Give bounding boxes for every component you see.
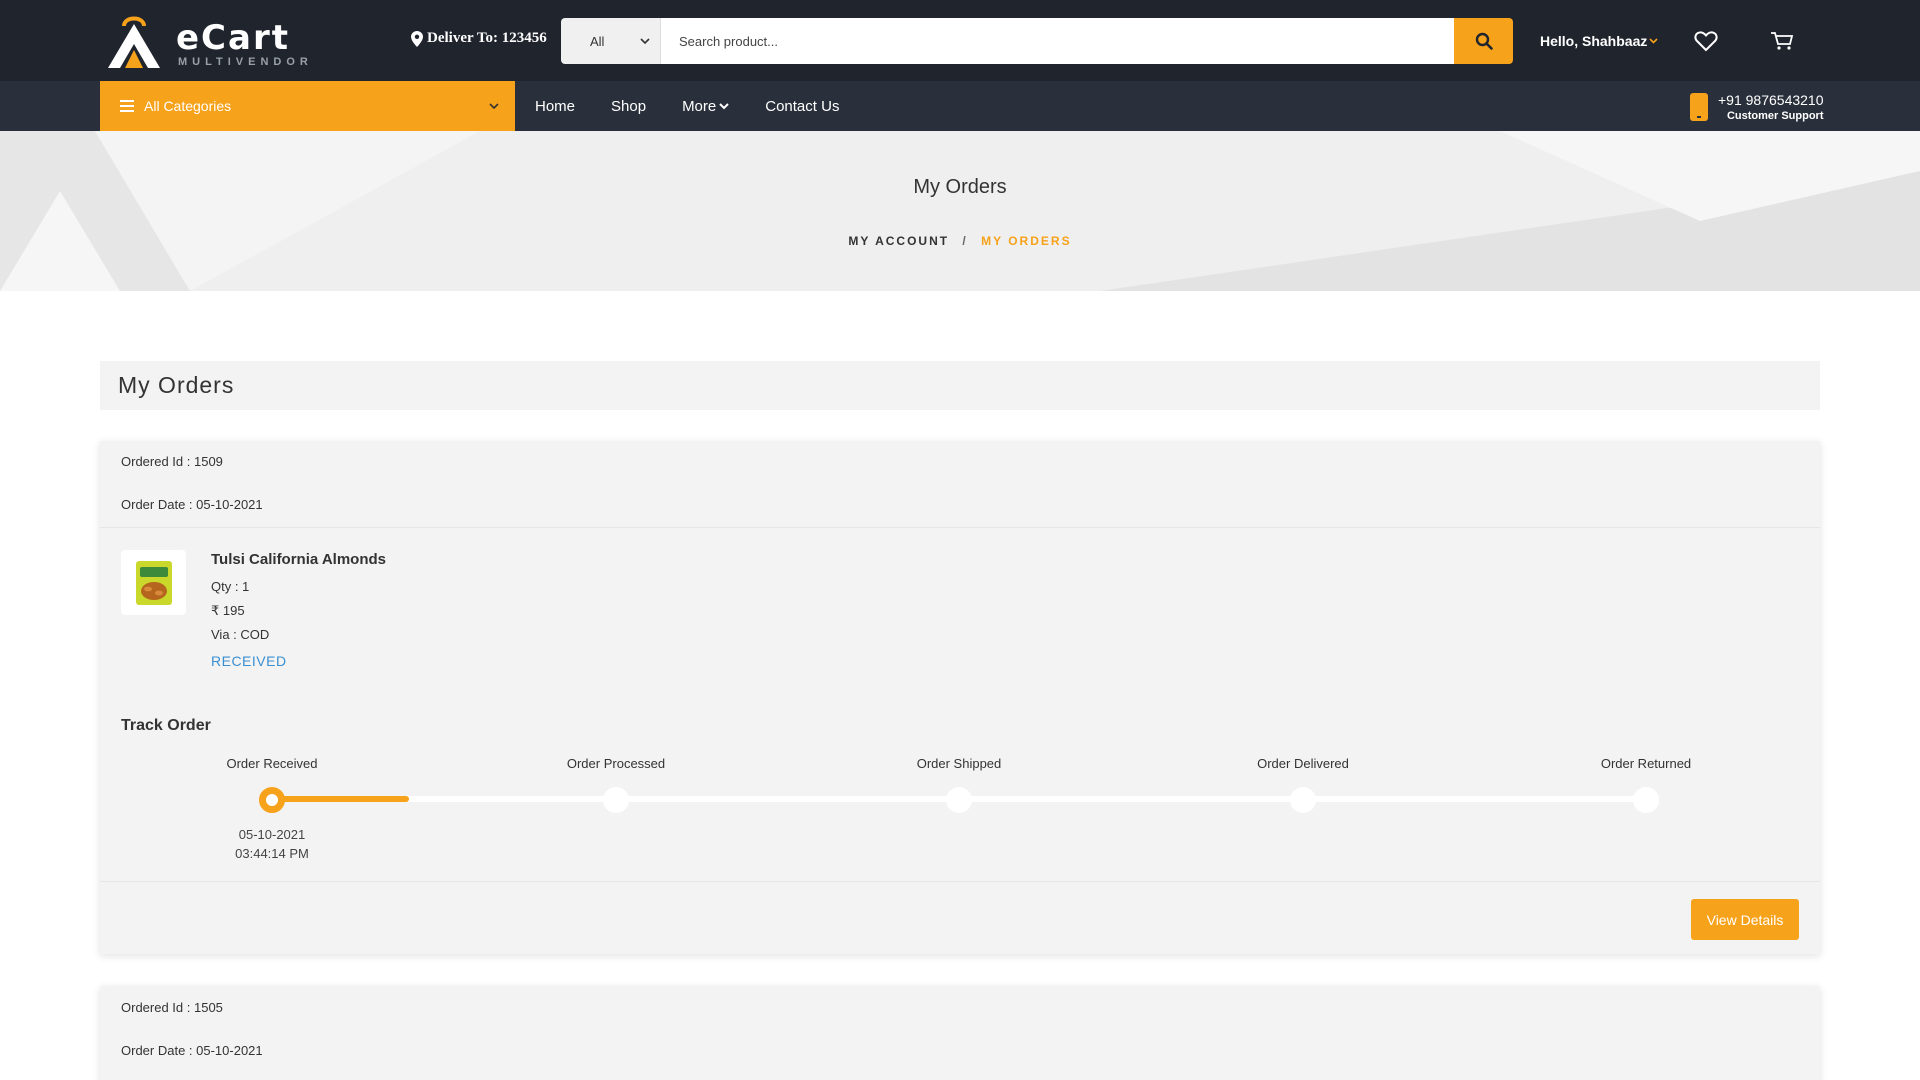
step-label-received: Order Received [226,756,318,771]
product-price: ₹ 195 [211,603,245,618]
order-id: Ordered Id : 1509 [121,454,223,469]
user-menu[interactable]: Hello, Shahbaaz [1540,33,1658,49]
product-qty: Qty : 1 [211,579,250,594]
step-dot-returned [1633,787,1659,813]
map-pin-icon [411,30,423,47]
deliver-to[interactable]: Deliver To: 123456 [411,30,547,47]
step-label-processed: Order Processed [566,756,666,771]
search-input[interactable] [661,18,1454,64]
order-status: RECEIVED [211,653,287,669]
received-date: 05-10-2021 [238,827,306,842]
step-label-shipped: Order Shipped [916,756,1002,771]
step-dot-shipped [946,787,972,813]
user-greeting: Hello, Shahbaaz [1540,33,1648,49]
logo-subtext: MULTIVENDOR [178,56,313,68]
track-order-title: Track Order [121,717,211,734]
product-name[interactable]: Tulsi California Almonds [211,551,386,568]
deliver-to-label: Deliver To: 123456 [427,30,547,46]
logo-text: eCart [176,18,290,58]
search-category-select[interactable]: All [561,18,661,64]
product-image[interactable] [121,550,186,615]
step-label-delivered: Order Delivered [1257,756,1349,771]
step-date: 05-10-2021 03:44:14 PM [235,825,309,863]
support-label: Customer Support [1726,110,1824,122]
divider [100,527,1820,528]
breadcrumb-my-orders: MY ORDERS [981,234,1072,248]
view-details-button[interactable]: View Details [1691,899,1799,940]
payment-method: Via : COD [211,627,270,642]
nav-shop[interactable]: Shop [611,98,646,115]
search-button[interactable] [1454,18,1513,64]
nav-contact[interactable]: Contact Us [765,98,839,115]
customer-support[interactable]: +91 9876543210 Customer Support [1690,89,1824,125]
step-dot-processed [603,787,629,813]
nav-home[interactable]: Home [535,98,575,115]
menu-icon [120,100,134,112]
breadcrumb-my-account[interactable]: MY ACCOUNT [848,234,949,248]
order-card: Ordered Id : 1505 Order Date : 05-10-202… [100,986,1820,1080]
breadcrumb-separator: / [962,234,968,248]
top-header: eCart MULTIVENDOR Deliver To: 123456 All… [0,0,1920,81]
chevron-down-icon [489,103,499,109]
step-dot-received [259,787,285,813]
step-dot-delivered [1290,787,1316,813]
support-phone: +91 9876543210 [1718,92,1824,108]
search-bar: All [561,18,1513,64]
banner-background [0,131,1920,291]
logo[interactable]: eCart MULTIVENDOR [104,12,308,72]
chevron-down-icon [1649,38,1658,44]
received-time: 03:44:14 PM [235,846,309,861]
breadcrumb: MY ACCOUNT / MY ORDERS [0,234,1920,248]
chevron-down-icon [640,38,650,44]
page-banner: My Orders MY ACCOUNT / MY ORDERS [0,131,1920,291]
product-thumbnail [135,560,172,605]
nav-more-label: More [682,97,717,115]
logo-icon [108,16,160,68]
divider [100,881,1820,882]
order-card: Ordered Id : 1509 Order Date : 05-10-202… [100,441,1820,954]
chevron-down-icon [719,102,729,109]
search-category-value: All [590,33,605,49]
order-date: Order Date : 05-10-2021 [121,1043,263,1058]
cart-icon[interactable] [1770,30,1794,52]
order-id: Ordered Id : 1505 [121,1000,223,1015]
support-text: +91 9876543210 Customer Support [1718,92,1824,122]
nav-bar: All Categories Home Shop More Contact Us… [0,81,1920,131]
track-progress-fill [272,796,409,802]
search-icon [1475,32,1493,50]
section-title: My Orders [100,361,1820,410]
order-date: Order Date : 05-10-2021 [121,497,263,512]
all-categories-label: All Categories [144,98,232,114]
main-nav: Home Shop More Contact Us [535,81,839,131]
step-label-returned: Order Returned [1600,756,1692,771]
nav-more[interactable]: More [682,98,729,115]
all-categories-dropdown[interactable]: All Categories [100,81,515,131]
phone-icon [1690,93,1708,121]
heart-icon[interactable] [1694,30,1718,52]
page-title: My Orders [913,176,1007,198]
